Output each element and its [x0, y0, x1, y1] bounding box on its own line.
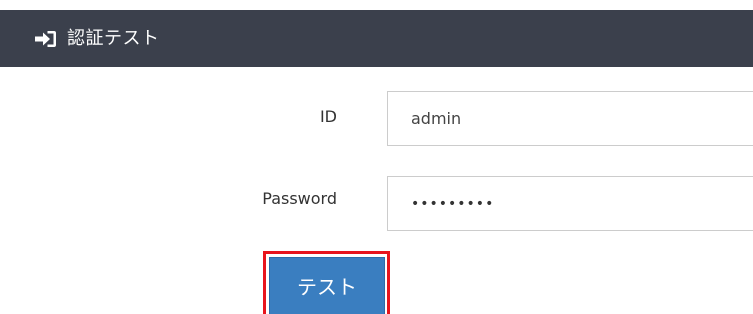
id-input-value: admin: [411, 109, 462, 128]
password-label: Password: [262, 189, 337, 208]
highlight-box: [263, 251, 390, 314]
panel-title: 認証テスト: [67, 27, 160, 49]
id-input[interactable]: admin: [387, 91, 753, 146]
auth-test-panel: 認証テスト ID admin Password ••••••••• テスト: [0, 0, 753, 314]
id-label: ID: [319, 107, 337, 126]
password-input-value: •••••••••: [411, 195, 495, 212]
password-input[interactable]: •••••••••: [387, 176, 753, 231]
panel-header: 認証テスト: [0, 10, 753, 67]
sign-in-icon: [34, 29, 58, 49]
